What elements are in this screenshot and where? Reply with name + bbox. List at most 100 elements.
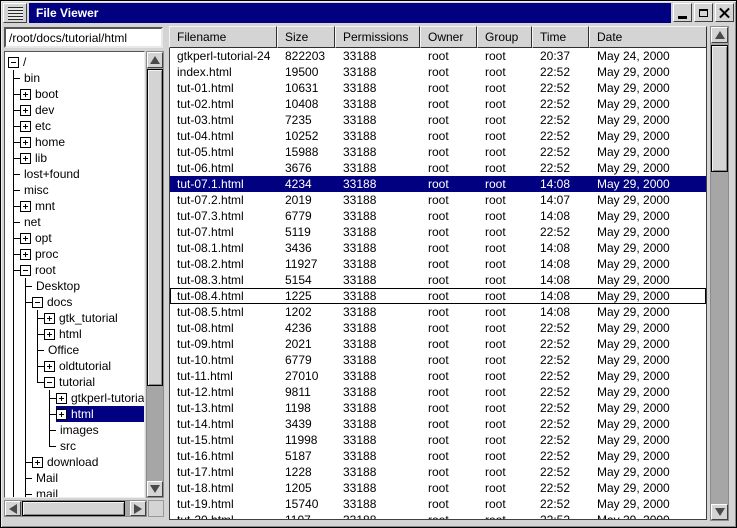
column-header-size[interactable]: Size: [277, 26, 335, 48]
table-row[interactable]: tut-02.html1040833188rootroot22:52May 29…: [170, 96, 706, 112]
tree-horizontal-scrollbar[interactable]: [4, 500, 147, 517]
table-row[interactable]: tut-12.html981133188rootroot22:52May 29,…: [170, 384, 706, 400]
tree-item[interactable]: proc: [8, 246, 144, 262]
file-list[interactable]: gtkperl-tutorial-2482220333188rootroot20…: [169, 48, 707, 520]
tree-scroll-right-button[interactable]: [130, 501, 146, 516]
column-header-owner[interactable]: Owner: [420, 26, 477, 48]
table-row[interactable]: tut-20.html110733188rootroot22:52May 29,…: [170, 512, 706, 520]
tree-item[interactable]: oldtutorial: [8, 358, 144, 374]
expander-plus-icon[interactable]: [20, 201, 31, 212]
tree-item[interactable]: Office: [8, 342, 144, 358]
table-row[interactable]: tut-07.html511933188rootroot22:52May 29,…: [170, 224, 706, 240]
table-row[interactable]: tut-08.5.html120233188rootroot14:08May 2…: [170, 304, 706, 320]
table-row[interactable]: tut-08.html423633188rootroot22:52May 29,…: [170, 320, 706, 336]
table-row[interactable]: tut-15.html1199833188rootroot22:52May 29…: [170, 432, 706, 448]
tree-item[interactable]: lib: [8, 150, 144, 166]
expander-minus-icon[interactable]: [20, 265, 31, 276]
tree-item[interactable]: Desktop: [8, 278, 144, 294]
tree-item[interactable]: html: [8, 326, 144, 342]
path-input[interactable]: [4, 27, 163, 48]
window-menu-button[interactable]: [3, 3, 27, 23]
list-scroll-down-button[interactable]: [711, 504, 728, 520]
expander-plus-icon[interactable]: [44, 313, 55, 324]
expander-plus-icon[interactable]: [20, 153, 31, 164]
table-row[interactable]: tut-19.html1574033188rootroot22:52May 29…: [170, 496, 706, 512]
minimize-button[interactable]: [673, 3, 692, 22]
expander-minus-icon[interactable]: [32, 297, 43, 308]
tree-item[interactable]: opt: [8, 230, 144, 246]
close-button[interactable]: [715, 3, 734, 22]
tree-item[interactable]: gtk_tutorial: [8, 310, 144, 326]
table-row[interactable]: tut-05.html1598833188rootroot22:52May 29…: [170, 144, 706, 160]
expander-plus-icon[interactable]: [44, 361, 55, 372]
table-row[interactable]: tut-04.html1025233188rootroot22:52May 29…: [170, 128, 706, 144]
tree-item[interactable]: src: [8, 438, 144, 454]
table-row[interactable]: tut-03.html723533188rootroot22:52May 29,…: [170, 112, 706, 128]
tree-horizontal-scrollbar-thumb[interactable]: [22, 501, 125, 516]
table-row[interactable]: tut-17.html122833188rootroot22:52May 29,…: [170, 464, 706, 480]
expander-plus-icon[interactable]: [56, 409, 67, 420]
tree-scroll-down-button[interactable]: [147, 481, 163, 497]
list-vertical-scrollbar-thumb[interactable]: [711, 45, 728, 172]
tree-item[interactable]: etc: [8, 118, 144, 134]
column-header-perm[interactable]: Permissions: [335, 26, 420, 48]
expander-plus-icon[interactable]: [32, 457, 43, 468]
expander-minus-icon[interactable]: [44, 377, 55, 388]
table-row[interactable]: tut-18.html120533188rootroot22:52May 29,…: [170, 480, 706, 496]
tree-item[interactable]: gtkperl-tutoria: [8, 390, 144, 406]
tree-vertical-scrollbar-thumb[interactable]: [147, 69, 163, 386]
expander-minus-icon[interactable]: [8, 57, 19, 68]
column-header-date[interactable]: Date: [589, 26, 707, 48]
tree-item[interactable]: misc: [8, 182, 144, 198]
table-row[interactable]: tut-08.4.html122533188rootroot14:08May 2…: [170, 288, 706, 304]
tree-item[interactable]: root: [8, 262, 144, 278]
tree-vertical-scrollbar[interactable]: [146, 51, 164, 498]
table-row[interactable]: index.html1950033188rootroot22:52May 29,…: [170, 64, 706, 80]
tree-item[interactable]: download: [8, 454, 144, 470]
tree-item[interactable]: /: [8, 54, 144, 70]
tree-item[interactable]: home: [8, 134, 144, 150]
table-row[interactable]: tut-06.html367633188rootroot22:52May 29,…: [170, 160, 706, 176]
tree-item[interactable]: dev: [8, 102, 144, 118]
table-row[interactable]: tut-09.html202133188rootroot22:52May 29,…: [170, 336, 706, 352]
table-row[interactable]: tut-10.html677933188rootroot22:52May 29,…: [170, 352, 706, 368]
table-row[interactable]: tut-01.html1063133188rootroot22:52May 29…: [170, 80, 706, 96]
table-row[interactable]: tut-08.1.html343633188rootroot14:08May 2…: [170, 240, 706, 256]
column-header-filename[interactable]: Filename: [169, 26, 277, 48]
expander-plus-icon[interactable]: [56, 393, 67, 404]
tree-item[interactable]: docs: [8, 294, 144, 310]
table-row[interactable]: tut-13.html119833188rootroot22:52May 29,…: [170, 400, 706, 416]
expander-plus-icon[interactable]: [20, 89, 31, 100]
tree-item[interactable]: mail: [8, 486, 144, 498]
table-row[interactable]: tut-16.html518733188rootroot22:52May 29,…: [170, 448, 706, 464]
expander-plus-icon[interactable]: [20, 137, 31, 148]
tree-item[interactable]: html: [8, 406, 144, 422]
table-row[interactable]: tut-07.1.html423433188rootroot14:08May 2…: [170, 176, 706, 192]
tree-item[interactable]: net: [8, 214, 144, 230]
tree-scroll-left-button[interactable]: [5, 501, 21, 516]
tree-item[interactable]: lost+found: [8, 166, 144, 182]
tree-scroll-up-button[interactable]: [147, 52, 163, 68]
expander-plus-icon[interactable]: [20, 121, 31, 132]
table-row[interactable]: tut-07.2.html201933188rootroot14:07May 2…: [170, 192, 706, 208]
tree-item[interactable]: boot: [8, 86, 144, 102]
expander-plus-icon[interactable]: [44, 329, 55, 340]
maximize-button[interactable]: [694, 3, 713, 22]
expander-plus-icon[interactable]: [20, 249, 31, 260]
table-row[interactable]: tut-07.3.html677933188rootroot14:08May 2…: [170, 208, 706, 224]
table-row[interactable]: tut-11.html2701033188rootroot22:52May 29…: [170, 368, 706, 384]
table-row[interactable]: tut-08.2.html1192733188rootroot14:08May …: [170, 256, 706, 272]
table-row[interactable]: tut-08.3.html515433188rootroot14:08May 2…: [170, 272, 706, 288]
tree-item[interactable]: Mail: [8, 470, 144, 486]
list-vertical-scrollbar[interactable]: [710, 26, 729, 521]
column-header-group[interactable]: Group: [477, 26, 532, 48]
tree-item[interactable]: images: [8, 422, 144, 438]
titlebar[interactable]: File Viewer: [29, 3, 671, 23]
column-header-time[interactable]: Time: [532, 26, 589, 48]
tree-item[interactable]: bin: [8, 70, 144, 86]
list-scroll-up-button[interactable]: [711, 27, 728, 43]
tree-item[interactable]: mnt: [8, 198, 144, 214]
directory-tree[interactable]: /binbootdevetchomeliblost+foundmiscmntne…: [4, 51, 145, 498]
expander-plus-icon[interactable]: [20, 233, 31, 244]
tree-item[interactable]: tutorial: [8, 374, 144, 390]
